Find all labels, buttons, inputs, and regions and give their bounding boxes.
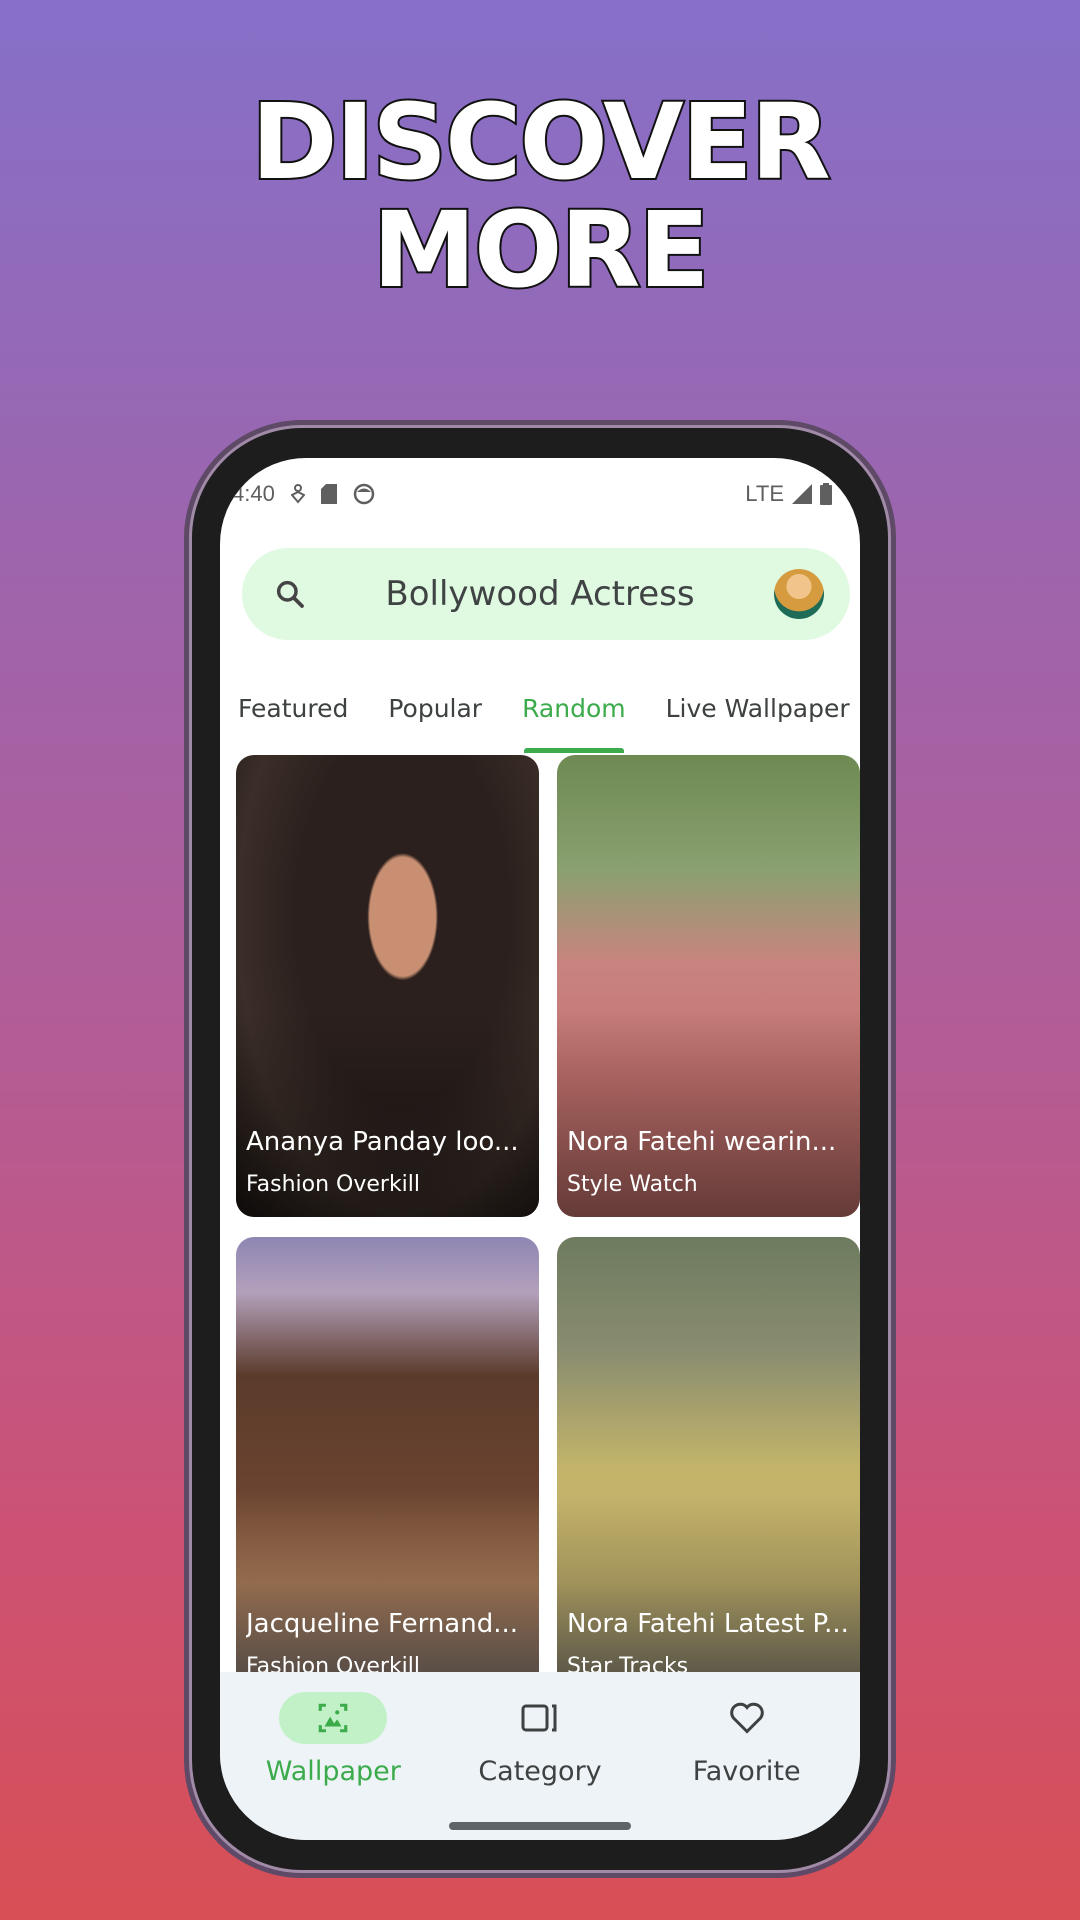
- promo-headline: DISCOVER MORE: [0, 81, 1080, 311]
- category-icon: [521, 1704, 557, 1732]
- avatar[interactable]: [774, 569, 824, 619]
- app-notification-icon: [353, 483, 375, 505]
- bottom-navigation: Wallpaper Category Favorite: [220, 1672, 860, 1840]
- nav-category[interactable]: Category: [440, 1692, 640, 1840]
- tab-popular[interactable]: Popular: [388, 694, 482, 723]
- wallpaper-card[interactable]: Ananya Panday loo... Fashion Overkill: [236, 755, 539, 1217]
- status-bar: 4:40 LTE: [220, 458, 860, 518]
- card-title: Nora Fatehi wearin...: [567, 1127, 837, 1157]
- search-bar[interactable]: Bollywood Actress: [242, 548, 850, 640]
- app-screen: 4:40 LTE Bollywood Actress Featured Popu…: [220, 458, 860, 1840]
- home-indicator[interactable]: [449, 1822, 631, 1830]
- network-type: LTE: [745, 481, 784, 506]
- location-pin-icon: [290, 484, 305, 504]
- card-source: Style Watch: [567, 1172, 698, 1197]
- nav-label: Wallpaper: [265, 1756, 401, 1787]
- headline-line-2: MORE: [370, 189, 711, 311]
- battery-icon: [820, 483, 832, 505]
- sd-card-icon: [320, 484, 337, 504]
- card-title: Nora Fatehi Latest P...: [567, 1609, 849, 1639]
- tab-featured[interactable]: Featured: [238, 694, 348, 723]
- nav-favorite[interactable]: Favorite: [647, 1692, 847, 1840]
- search-icon[interactable]: [274, 578, 306, 610]
- status-time: 4:40: [232, 481, 275, 506]
- heart-icon: [729, 1702, 764, 1734]
- card-title: Jacqueline Fernand...: [246, 1609, 519, 1639]
- tab-bar: Featured Popular Random Live Wallpaper: [220, 678, 860, 753]
- wallpaper-card[interactable]: Nora Fatehi wearin... Style Watch: [557, 755, 860, 1217]
- wallpaper-grid: Ananya Panday loo... Fashion Overkill No…: [236, 755, 860, 1699]
- tab-random[interactable]: Random: [522, 694, 626, 753]
- nav-label: Favorite: [692, 1756, 801, 1787]
- headline-line-1: DISCOVER: [249, 81, 832, 203]
- tab-live-wallpaper[interactable]: Live Wallpaper: [666, 694, 850, 723]
- card-title: Ananya Panday loo...: [246, 1127, 519, 1157]
- nav-wallpaper[interactable]: Wallpaper: [233, 1692, 433, 1840]
- search-label[interactable]: Bollywood Actress: [306, 574, 774, 614]
- phone-frame: 4:40 LTE Bollywood Actress Featured Popu…: [184, 420, 896, 1878]
- signal-icon: [792, 484, 812, 504]
- wallpaper-icon: [319, 1703, 348, 1733]
- nav-label: Category: [478, 1756, 602, 1787]
- wallpaper-card[interactable]: Nora Fatehi Latest P... Star Tracks: [557, 1237, 860, 1699]
- wallpaper-card[interactable]: Jacqueline Fernand... Fashion Overkill: [236, 1237, 539, 1699]
- card-source: Fashion Overkill: [246, 1172, 421, 1197]
